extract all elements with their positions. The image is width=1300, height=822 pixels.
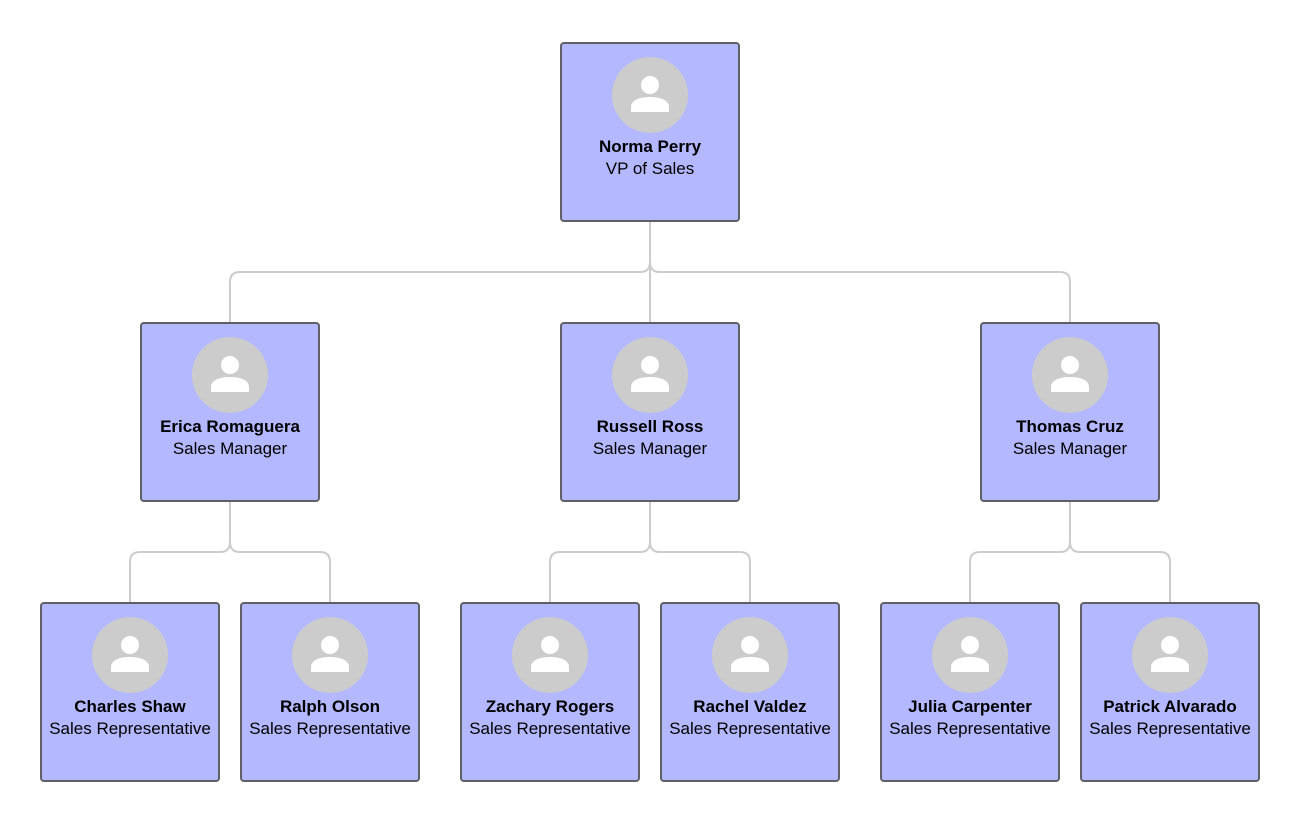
- person-name: Ralph Olson: [279, 697, 381, 716]
- person-icon: [951, 636, 989, 672]
- avatar: [712, 617, 788, 693]
- person-name: Russell Ross: [596, 417, 704, 436]
- person-title: Sales Representative: [889, 719, 1051, 738]
- person-icon: [531, 636, 569, 672]
- connector-erica-charles: [129, 502, 231, 602]
- person-name: Norma Perry: [598, 137, 702, 156]
- person-icon: [211, 356, 249, 392]
- person-name: Erica Romaguera: [160, 417, 300, 436]
- person-icon: [631, 356, 669, 392]
- person-title: Sales Manager: [592, 439, 708, 458]
- connector-russell-zachary: [549, 502, 651, 602]
- person-icon: [1151, 636, 1189, 672]
- avatar: [612, 337, 688, 413]
- person-name: Zachary Rogers: [485, 697, 615, 716]
- person-card-julia[interactable]: Julia Carpenter Sales Representative: [880, 602, 1060, 782]
- person-icon: [311, 636, 349, 672]
- avatar: [512, 617, 588, 693]
- person-card-patrick[interactable]: Patrick Alvarado Sales Representative: [1080, 602, 1260, 782]
- person-card-rachel[interactable]: Rachel Valdez Sales Representative: [660, 602, 840, 782]
- person-name: Charles Shaw: [74, 697, 186, 716]
- avatar: [292, 617, 368, 693]
- connector-erica-ralph: [229, 502, 331, 602]
- avatar: [1032, 337, 1108, 413]
- avatar: [932, 617, 1008, 693]
- connector-thomas-julia: [969, 502, 1071, 602]
- person-title: Sales Manager: [172, 439, 288, 458]
- person-title: Sales Representative: [1089, 719, 1251, 738]
- person-card-charles[interactable]: Charles Shaw Sales Representative: [40, 602, 220, 782]
- connector-norma-erica: [229, 222, 651, 322]
- person-name: Patrick Alvarado: [1103, 697, 1237, 716]
- person-card-norma[interactable]: Norma Perry VP of Sales: [560, 42, 740, 222]
- person-icon: [631, 76, 669, 112]
- person-title: Sales Representative: [249, 719, 411, 738]
- connector-russell-rachel: [649, 502, 751, 602]
- avatar: [612, 57, 688, 133]
- avatar: [192, 337, 268, 413]
- person-title: Sales Manager: [1012, 439, 1128, 458]
- person-card-russell[interactable]: Russell Ross Sales Manager: [560, 322, 740, 502]
- connector-norma-thomas: [649, 222, 1071, 322]
- person-title: VP of Sales: [605, 159, 695, 178]
- person-icon: [731, 636, 769, 672]
- person-card-zachary[interactable]: Zachary Rogers Sales Representative: [460, 602, 640, 782]
- connector-thomas-patrick: [1069, 502, 1171, 602]
- person-title: Sales Representative: [469, 719, 631, 738]
- person-card-ralph[interactable]: Ralph Olson Sales Representative: [240, 602, 420, 782]
- person-icon: [111, 636, 149, 672]
- person-name: Julia Carpenter: [908, 697, 1032, 716]
- person-title: Sales Representative: [49, 719, 211, 738]
- person-icon: [1051, 356, 1089, 392]
- person-card-erica[interactable]: Erica Romaguera Sales Manager: [140, 322, 320, 502]
- avatar: [1132, 617, 1208, 693]
- person-name: Rachel Valdez: [693, 697, 807, 716]
- person-title: Sales Representative: [669, 719, 831, 738]
- person-card-thomas[interactable]: Thomas Cruz Sales Manager: [980, 322, 1160, 502]
- person-name: Thomas Cruz: [1016, 417, 1124, 436]
- avatar: [92, 617, 168, 693]
